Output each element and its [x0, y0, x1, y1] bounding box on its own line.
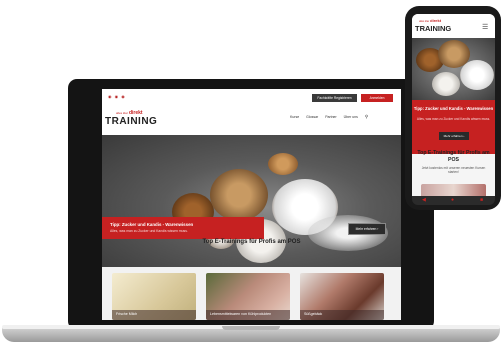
- nav-item-partner[interactable]: Partner: [325, 115, 336, 119]
- phone-more-button[interactable]: Mehr erfahren ›: [439, 132, 469, 140]
- phone-logo-tag: alles klar: [419, 20, 430, 23]
- phone-hero-subtitle: Alles, was man zu Zucker und Kandis wiss…: [416, 117, 491, 121]
- card-label: Frische Milch: [116, 312, 138, 316]
- social-icons[interactable]: ◉ ◉ ◉: [108, 94, 126, 99]
- wooden-scoop: [268, 153, 298, 175]
- login-button[interactable]: Anmelden: [361, 94, 393, 102]
- hamburger-icon[interactable]: ☰: [482, 23, 488, 31]
- bowl-sugar-cubes: [210, 169, 268, 221]
- hero-banner-subtitle: Alles, was man zu Zucker und Kandis wiss…: [110, 229, 188, 233]
- nav-item-kurse[interactable]: Kurse: [290, 115, 299, 119]
- course-card[interactable]: Frische Milch: [112, 273, 196, 320]
- bowl-white-sugar: [460, 60, 494, 90]
- phone-screen: alles klar direkt TRAINING ☰ Tipp: Zucke…: [412, 14, 495, 202]
- phone-logo-name: TRAINING: [415, 24, 452, 33]
- course-card[interactable]: Süßgebäck: [300, 273, 384, 320]
- phone-section-title: Top E-Trainings für Profis am POS: [417, 150, 490, 163]
- back-icon[interactable]: ◀: [422, 196, 426, 205]
- phone-hero-image: [412, 38, 495, 100]
- main-nav: Kurse Glossar Partner Über uns ⚲: [290, 114, 374, 120]
- phone-section-subtitle: Jetzt kostenlos mit unseren neuesten Kur…: [421, 166, 486, 175]
- card-label: Lebensmittelwaren von Kühlprodukten: [210, 312, 272, 316]
- logo-tag: alles klar: [116, 111, 128, 115]
- laptop-screen: ◉ ◉ ◉ Fachkräfte Registrieren Anmelden a…: [102, 89, 401, 320]
- laptop-notch: [222, 326, 280, 330]
- hero-image: [102, 135, 401, 267]
- recents-icon[interactable]: ■: [480, 196, 483, 205]
- site-header: ◉ ◉ ◉ Fachkräfte Registrieren Anmelden a…: [102, 89, 401, 135]
- phone-header: alles klar direkt TRAINING ☰: [412, 14, 495, 38]
- nav-item-ueber-uns[interactable]: Über uns: [344, 115, 358, 119]
- hero-banner: [102, 217, 264, 239]
- logo-name: TRAINING: [105, 116, 158, 127]
- register-button[interactable]: Fachkräfte Registrieren: [312, 94, 357, 102]
- home-icon[interactable]: ●: [451, 196, 454, 205]
- course-card[interactable]: Lebensmittelwaren von Kühlprodukten: [206, 273, 290, 320]
- bowl-white-cubes: [432, 72, 460, 96]
- search-icon[interactable]: ⚲: [365, 114, 368, 119]
- phone-logo[interactable]: alles klar direkt: [419, 18, 441, 23]
- section-title: Top E-Trainings für Profis am POS: [202, 239, 301, 245]
- phone-logo-brand: direkt: [430, 18, 442, 23]
- hero-banner-title: Tipp: Zucker und Kandis - Warenwissen: [110, 222, 194, 227]
- card-label: Süßgebäck: [304, 312, 323, 316]
- nav-item-glossar[interactable]: Glossar: [306, 115, 318, 119]
- hero-more-button[interactable]: Mehr erfahren ›: [348, 223, 386, 235]
- phone-hero-title: Tipp: Zucker und Kandis - Warenwissen: [413, 106, 494, 111]
- section-subtitle: Jetzt kostenlos mit unseren neuesten Kur…: [206, 262, 297, 266]
